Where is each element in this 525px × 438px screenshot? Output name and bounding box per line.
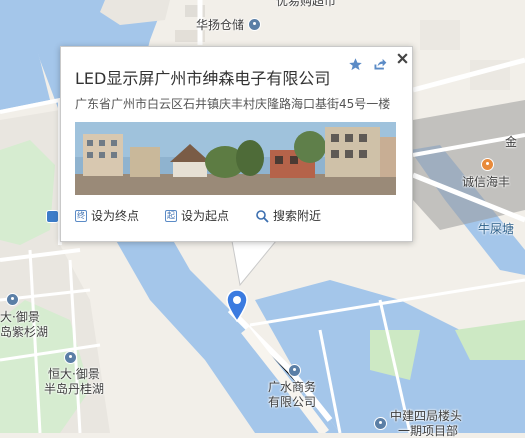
set-origin-button[interactable]: 起 设为起点 — [165, 207, 229, 224]
location-pin-icon[interactable] — [226, 289, 248, 323]
label-yujing-1-line1[interactable]: 大·御景 — [0, 310, 40, 324]
origin-icon: 起 — [165, 209, 177, 222]
label-niushitang[interactable]: 牛屎塘 — [478, 222, 514, 236]
label-zhongjian-line2[interactable]: 一期项目部 — [398, 424, 458, 438]
search-nearby-label: 搜索附近 — [273, 209, 322, 223]
poi-marker[interactable] — [481, 158, 494, 171]
poi-marker[interactable] — [374, 417, 387, 430]
search-nearby-button[interactable]: 搜索附近 — [255, 207, 321, 224]
poi-marker[interactable] — [288, 364, 301, 377]
label-chengxin[interactable]: 诚信海丰 — [462, 175, 510, 189]
label-huayang[interactable]: 华扬仓储 — [196, 18, 244, 32]
poi-marker[interactable] — [248, 18, 261, 31]
label-youyi[interactable]: 优易购超市 — [276, 0, 336, 8]
share-icon[interactable] — [372, 57, 387, 72]
place-info-popup: LED显示屏广州市绅森电子有限公司 广东省广州市白云区石井镇庆丰村庆隆路海口基街… — [60, 46, 413, 242]
set-origin-label: 设为起点 — [181, 209, 230, 223]
place-address: 广东省广州市白云区石井镇庆丰村庆隆路海口基街45号一楼 — [75, 97, 391, 111]
close-icon[interactable] — [396, 52, 409, 65]
label-jin[interactable]: 金 — [505, 135, 517, 149]
label-guangshui-line1[interactable]: 广水商务 — [268, 380, 316, 394]
bus-stop-icon[interactable] — [46, 210, 59, 223]
label-yujing-2-line1[interactable]: 恒大·御景 — [48, 367, 100, 381]
label-yujing-2-line2[interactable]: 半岛丹桂湖 — [44, 382, 104, 396]
label-zhongjian-line1[interactable]: 中建四局楼头 — [390, 409, 462, 423]
poi-marker[interactable] — [6, 293, 19, 306]
search-icon — [256, 209, 269, 223]
label-yujing-1-line2[interactable]: 岛紫杉湖 — [0, 325, 48, 339]
place-title: LED显示屏广州市绅森电子有限公司 — [75, 69, 331, 88]
set-destination-button[interactable]: 终 设为终点 — [75, 207, 139, 224]
set-destination-label: 设为终点 — [91, 209, 140, 223]
street-view-photo[interactable] — [75, 122, 396, 195]
destination-icon: 终 — [75, 209, 87, 222]
label-guangshui-line2[interactable]: 有限公司 — [268, 395, 316, 409]
star-icon[interactable] — [348, 57, 363, 72]
poi-marker[interactable] — [64, 351, 77, 364]
